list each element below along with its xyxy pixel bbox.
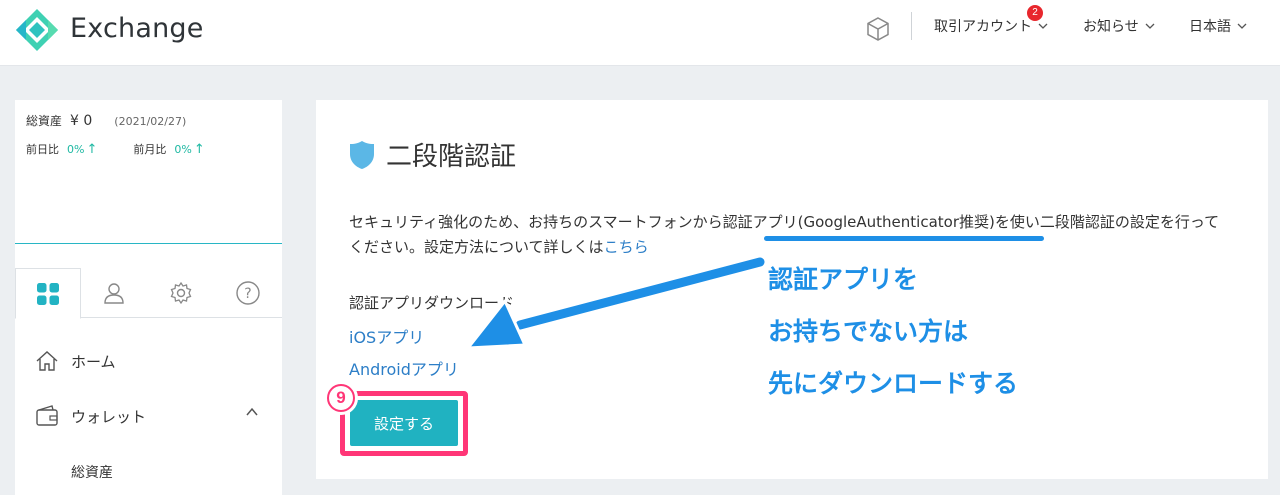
dashboard-icon (37, 282, 59, 305)
gear-icon (170, 281, 192, 305)
sidebar-item-home[interactable]: ホーム (35, 350, 116, 372)
step-badge: 9 (324, 381, 358, 415)
chevron-down-icon (1038, 23, 1048, 29)
chart-baseline (15, 243, 282, 244)
day-change-value: 0% (67, 143, 85, 156)
sidebar-item-label: ホーム (71, 352, 116, 371)
description: セキュリティ強化のため、お持ちのスマートフォンから認証アプリ(GoogleAut… (349, 210, 1229, 260)
sidebar-item-wallet[interactable]: ウォレット (35, 405, 146, 427)
nav-trading-account-label: 取引アカウント (934, 19, 1032, 35)
callout-line: 先にダウンロードする (768, 369, 1019, 398)
sidebar: 総資産 ¥ 0 (2021/02/27) 前日比 0% ↑ 前月比 0% ↑ ?… (15, 100, 282, 495)
page-title: 二段階認証 (348, 136, 516, 173)
annotation-callout: 認証アプリを お持ちでない方は 先にダウンロードする (768, 254, 1018, 410)
nav-news[interactable]: お知らせ (1083, 16, 1155, 36)
highlight-underline (764, 236, 1044, 241)
chevron-up-icon[interactable] (245, 405, 259, 419)
callout-line: お持ちでない方は (768, 317, 969, 346)
download-title: 認証アプリダウンロード (349, 294, 515, 312)
page-title-text: 二段階認証 (386, 142, 517, 172)
nav-language-label: 日本語 (1189, 19, 1231, 35)
total-assets-label: 総資産 (26, 114, 63, 128)
tab-dashboard[interactable] (15, 268, 81, 319)
header-divider (911, 12, 912, 40)
help-icon: ? (236, 281, 260, 305)
arrow-up-icon: ↑ (86, 142, 98, 157)
svg-text:?: ? (244, 286, 251, 302)
nav-language[interactable]: 日本語 (1189, 16, 1247, 36)
tab-user[interactable] (81, 268, 147, 318)
description-highlight: 認証アプリ(GoogleAuthenticator推奨) (722, 213, 995, 231)
shield-icon (350, 140, 374, 169)
tab-settings[interactable] (148, 268, 214, 318)
home-icon (36, 351, 58, 371)
nav-news-label: お知らせ (1083, 19, 1139, 35)
step-number: 9 (329, 386, 353, 410)
sidebar-tabbar: ? (15, 268, 282, 319)
chevron-down-icon (1237, 23, 1247, 29)
total-assets-amount: ¥ 0 (70, 113, 93, 129)
cube-icon[interactable] (864, 15, 892, 43)
callout-line: 認証アプリを (768, 265, 919, 294)
wallet-icon (36, 405, 58, 426)
android-app-link[interactable]: Androidアプリ (349, 356, 459, 380)
total-assets-date: (2021/02/27) (114, 115, 187, 128)
total-assets-summary: 総資産 ¥ 0 (2021/02/27) (26, 112, 186, 129)
details-link[interactable]: こちら (604, 238, 649, 256)
sidebar-subitem-total-assets[interactable]: 総資産 (71, 462, 113, 482)
user-icon (104, 283, 124, 304)
month-change-value: 0% (174, 143, 192, 156)
day-change-label: 前日比 (26, 143, 59, 156)
brand-name[interactable]: Exchange (70, 13, 204, 44)
top-header: Exchange 取引アカウント 2 お知らせ 日本語 (0, 0, 1280, 66)
chevron-down-icon (1145, 23, 1155, 29)
logo-icon[interactable] (14, 7, 60, 53)
description-text-1: セキュリティ強化のため、お持ちのスマートフォンから (349, 213, 723, 231)
arrow-up-icon: ↑ (193, 142, 205, 157)
ios-app-link[interactable]: iOSアプリ (349, 324, 424, 348)
setup-button[interactable]: 設定する (350, 400, 458, 446)
month-change-label: 前月比 (133, 143, 167, 156)
assets-change-row: 前日比 0% ↑ 前月比 0% ↑ (26, 141, 205, 157)
notification-badge: 2 (1027, 5, 1043, 21)
tab-help[interactable]: ? (215, 268, 281, 318)
sidebar-item-label: ウォレット (71, 407, 147, 426)
